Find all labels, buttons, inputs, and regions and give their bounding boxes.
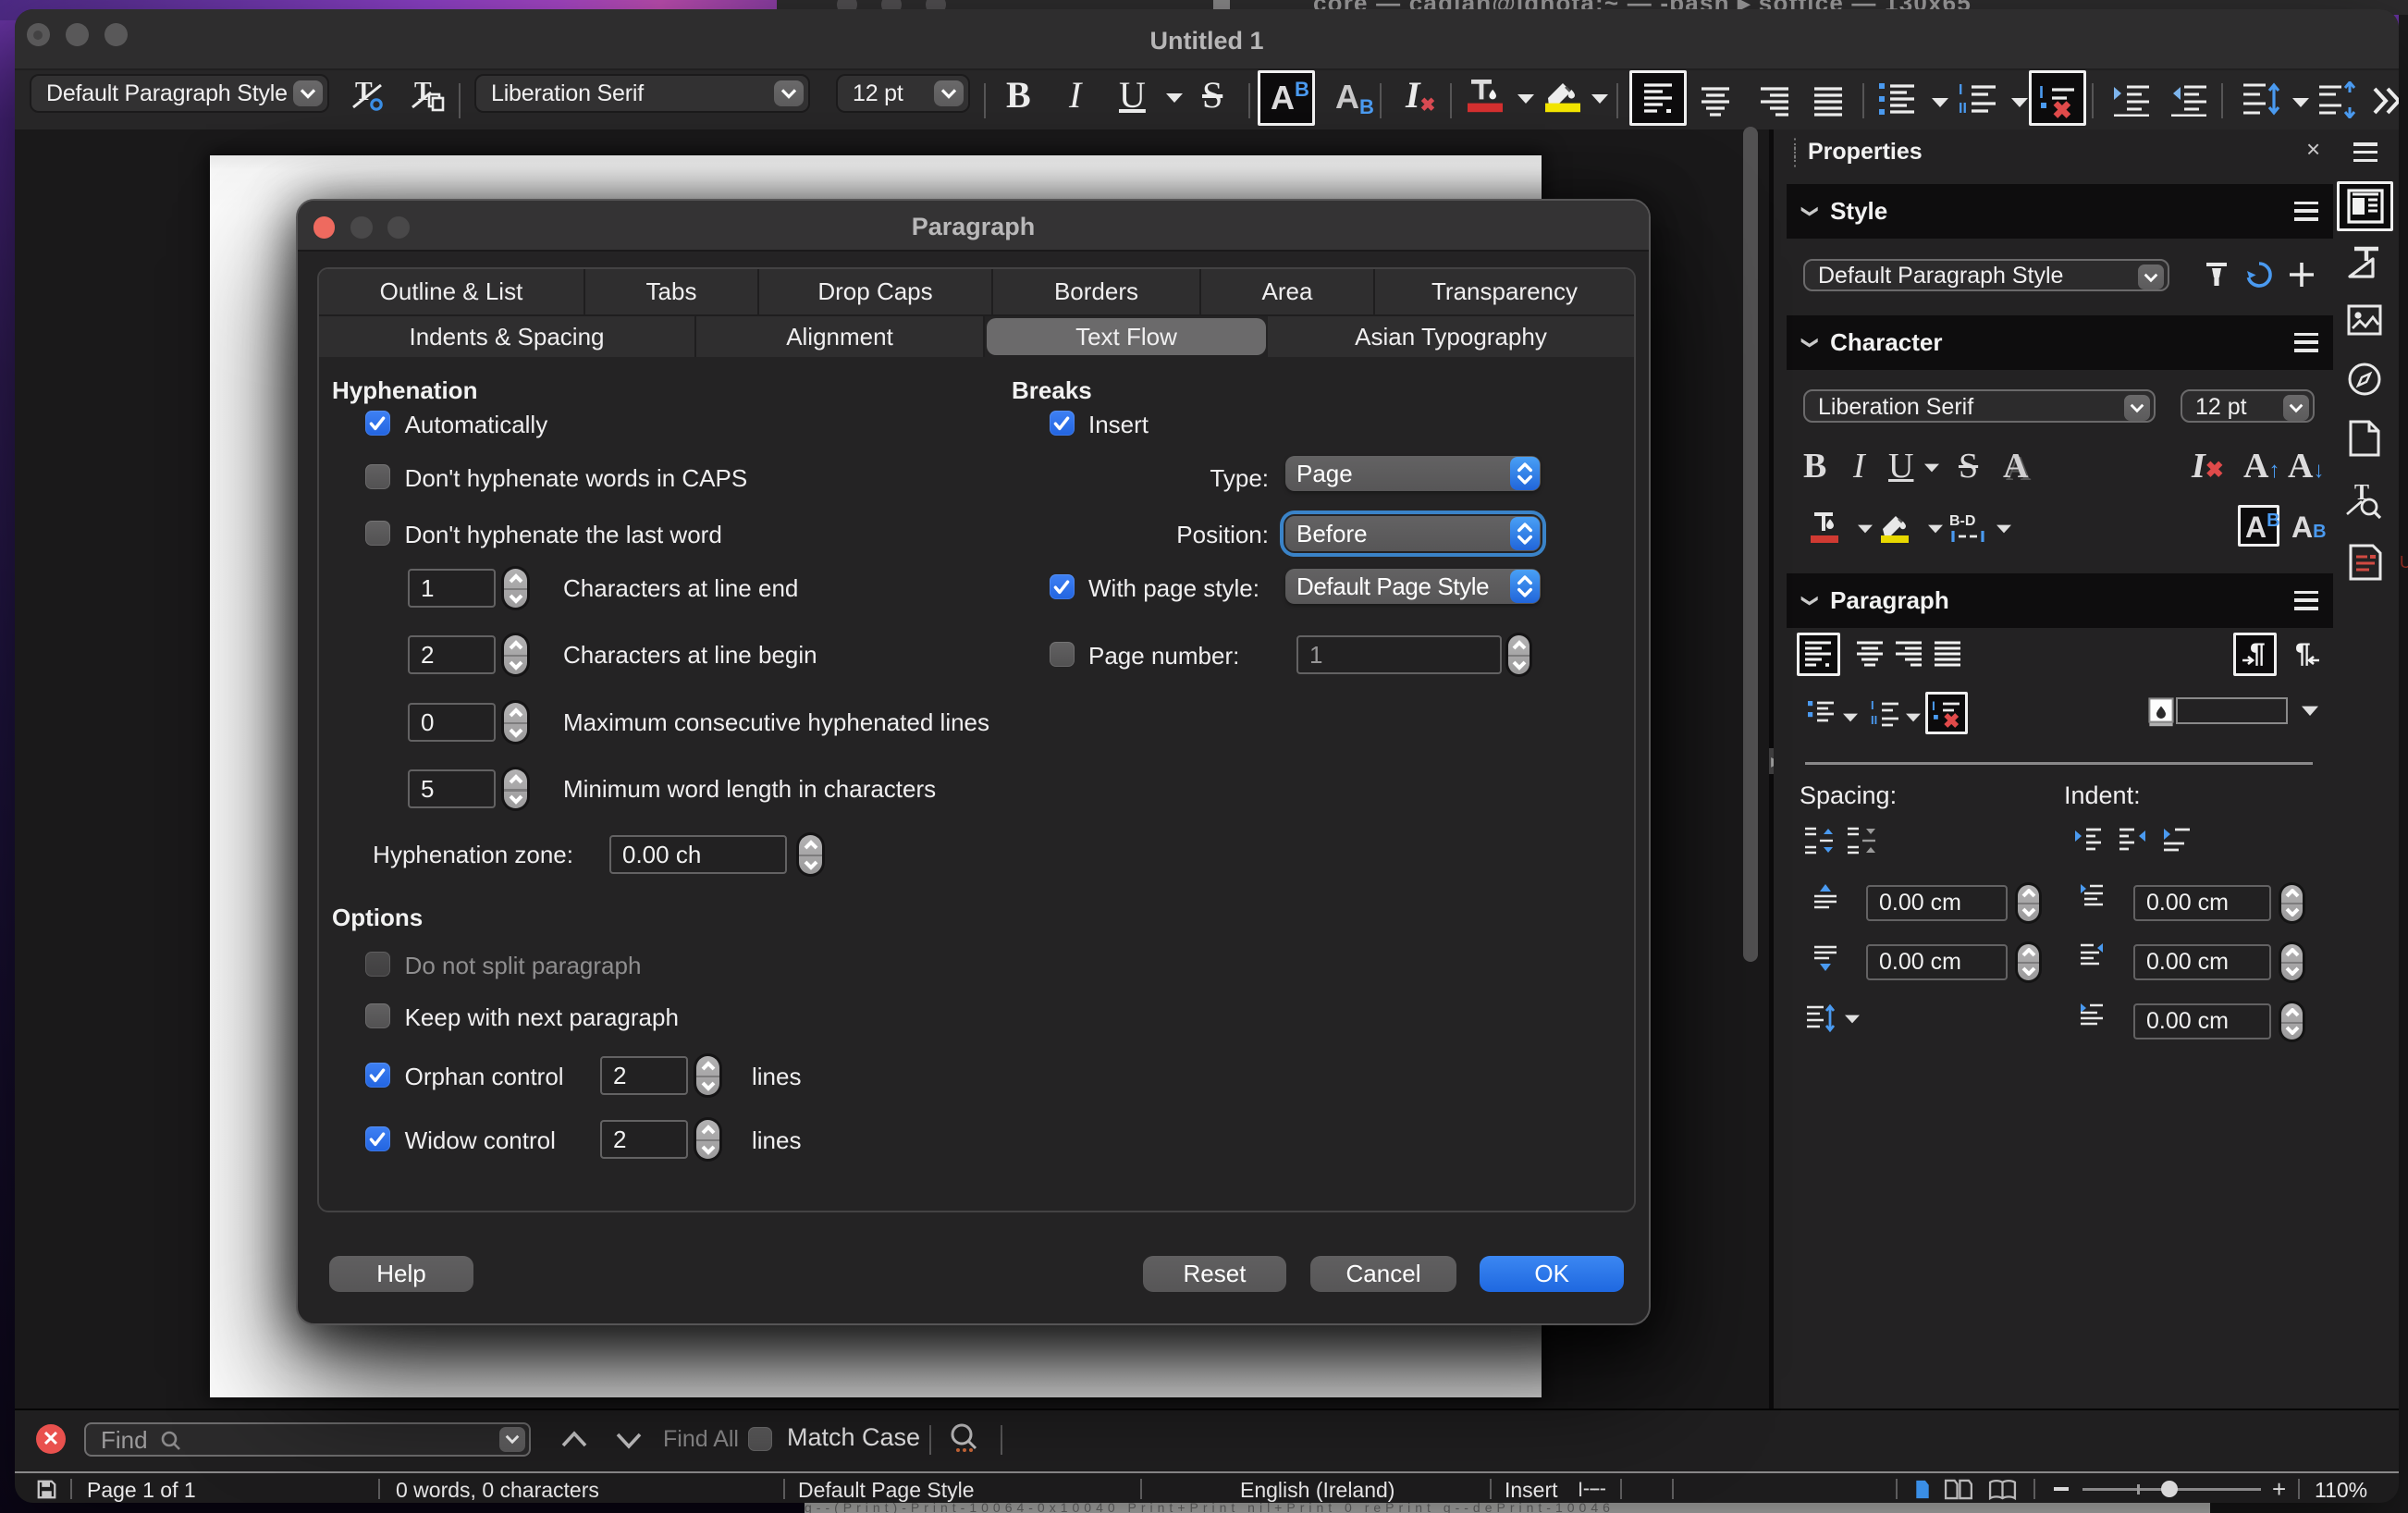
svg-text:✖: ✖ [2052, 96, 2072, 120]
svg-text:I: I [1932, 699, 1935, 713]
svg-text:¶: ¶ [2295, 638, 2311, 669]
svg-text:II: II [1959, 101, 1967, 117]
svg-text:¶: ¶ [2250, 638, 2266, 669]
svg-text:B-D: B-D [1949, 513, 1975, 529]
svg-text:I: I [1959, 82, 1962, 98]
svg-text:I: I [2039, 83, 2044, 102]
svg-text:I: I [1871, 699, 1874, 712]
svg-text:II: II [1871, 713, 1877, 727]
svg-text:✖: ✖ [1943, 709, 1960, 729]
